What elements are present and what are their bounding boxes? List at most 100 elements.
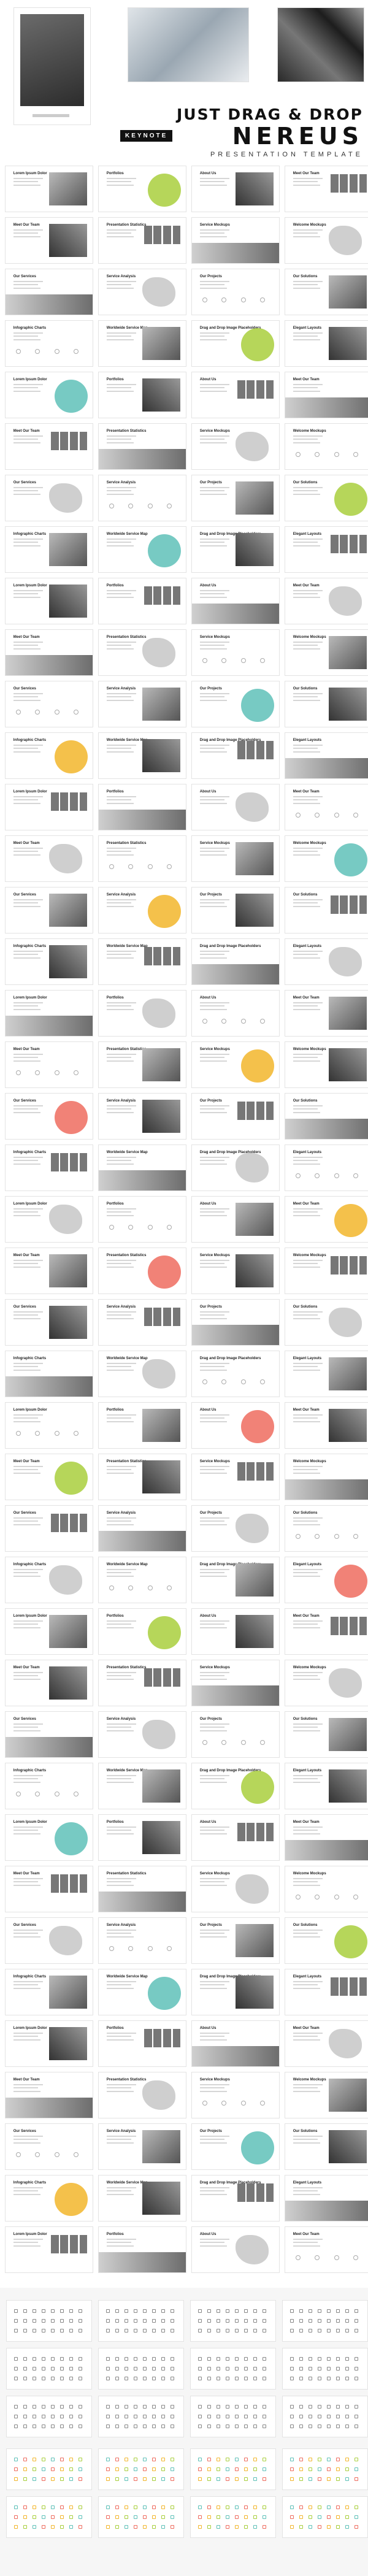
icon-glyph [125,2405,128,2409]
slide-title: Our Services [13,1923,36,1927]
text-line [13,1002,44,1004]
text-line [199,590,230,592]
text-line [13,593,38,595]
image-placeholder [236,481,274,515]
circle-icon [221,1018,227,1024]
icon-glyph [235,2357,239,2361]
slide-title: Our Solutions [293,686,318,691]
icon-glyph [14,2357,18,2361]
slide-thumbnail: Meet Our Team [285,1402,368,1449]
text-line [13,1414,44,1416]
text-line [13,1723,44,1725]
icon-glyph [14,2515,18,2519]
text-line [293,2090,320,2092]
image-placeholder [142,1460,181,1493]
icon-glyph [152,2467,156,2471]
slide-thumbnail: Lorem Ipsum Dolor [5,372,93,418]
icon-glyph [134,2309,137,2313]
text-line [106,699,134,701]
slide-thumbnail: Service Mockups [191,1454,280,1500]
team-photo [50,432,59,450]
text-line [106,2190,131,2192]
text-line [293,1827,323,1828]
slide-title: Service Analysis [106,1717,136,1721]
text-line [199,236,227,237]
circle-icon [221,1739,227,1745]
icon-glyph [207,2367,211,2371]
text-line [106,2090,134,2092]
image-placeholder [49,2027,88,2060]
icon-glyph [143,2357,147,2361]
icon-glyph [207,2329,211,2333]
text-line [199,1469,224,1471]
circle-icon [54,709,59,715]
text-line [199,1878,230,1880]
slide-thumbnail: Infographic Charts [5,320,93,367]
icon-glyph [318,2477,321,2481]
icon-glyph [235,2415,239,2418]
slide-title: Presentation Statistics [106,223,147,227]
icon-glyph [355,2415,358,2418]
text-line [199,229,230,231]
map-shape [236,432,269,461]
slide-thumbnail: Our Projects [191,681,280,727]
accent-circle [147,894,181,928]
text-line [13,1727,38,1728]
slide-thumbnail: Welcome Mockups [285,1866,368,1912]
slide-thumbnail: Welcome Mockups [285,217,368,264]
slide-title: Portfolios [106,789,124,794]
text-line [293,236,320,237]
icon-glyph [33,2367,36,2371]
text-line [199,539,230,540]
slide-title: Elegant Layouts [293,1768,322,1773]
circle-icon [240,297,246,302]
team-photo [60,1874,69,1893]
image-placeholder [49,1254,88,1287]
icon-glyph [345,2377,349,2380]
slide-title: Meet Our Team [13,2077,40,2082]
icon-glyph [152,2357,156,2361]
text-line [293,1623,318,1625]
text-line [106,339,134,340]
text-line [293,1157,323,1159]
text-line [199,232,224,234]
text-line [293,1517,323,1519]
circle-icon [109,1585,115,1590]
slide-thumbnail: Worldwide Service Map [98,938,186,985]
slide-title: Portfolios [106,995,124,1000]
team-photo [350,1256,358,1275]
icon-glyph [60,2377,64,2380]
slide-thumbnail: Service Analysis [98,681,186,727]
icon-glyph [226,2425,229,2428]
image-placeholder [236,1615,274,1648]
icon-glyph [115,2309,119,2313]
slide-title: About Us [199,1820,217,1824]
text-line [13,1005,38,1007]
slide-thumbnail: Our Services [5,681,93,727]
text-line [199,1517,230,1519]
text-line [13,384,44,386]
icon-glyph [198,2477,202,2481]
slide-thumbnail: Our Solutions [285,1299,368,1346]
icon-glyph [115,2319,119,2323]
icon-glyph [161,2367,165,2371]
icon-glyph [14,2425,18,2428]
icon-glyph [207,2377,211,2380]
team-photo [256,1823,264,1841]
image-placeholder [329,636,367,669]
icon-glyph [253,2329,257,2333]
icon-glyph [207,2515,211,2519]
text-line [13,335,38,337]
image-placeholder [236,1203,274,1236]
icon-glyph [106,2405,110,2409]
slide-title: Portfolios [106,377,124,381]
circle-icon [166,1224,172,1230]
slide-thumbnail: About Us [191,2020,280,2067]
icon-glyph [134,2405,137,2409]
text-line [293,1781,320,1783]
slide-title: Welcome Mockups [293,1253,326,1257]
icon-glyph [244,2405,248,2409]
text-line [199,1930,230,1931]
icon-glyph [244,2329,248,2333]
icon-glyph [51,2425,55,2428]
